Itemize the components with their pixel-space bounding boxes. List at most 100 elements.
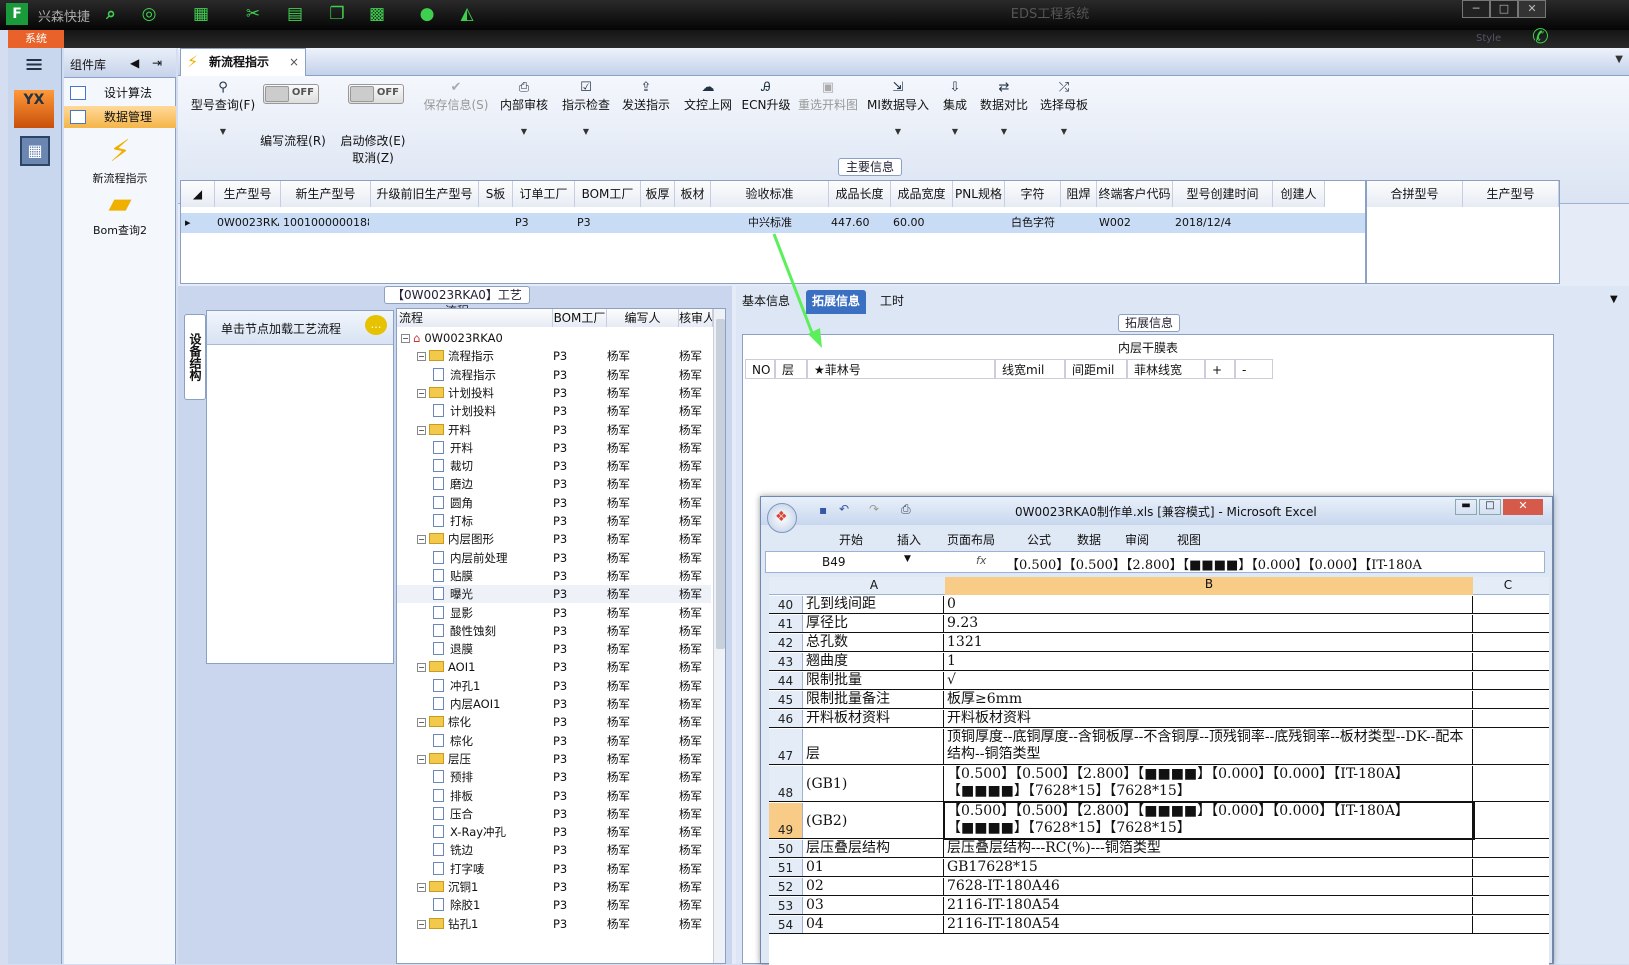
row-number[interactable]: 49 [769,803,803,838]
cell-b[interactable]: 7628-IT-180A46 [945,878,1473,895]
cell-a[interactable]: 限制批量 [804,672,944,689]
ribbon-tab[interactable]: 插入 [897,531,921,548]
row-number[interactable]: 52 [769,878,803,895]
col-header[interactable]: 生产型号 [215,181,281,207]
tree-row[interactable]: 计划投料 P3 杨军 杨军 [397,402,711,420]
instruction-check-button[interactable]: ☑ 指示检查 ▼ [558,80,614,136]
cell[interactable]: 白色字符 [1007,213,1059,233]
tree-row[interactable]: − 内层图形 P3 杨军 杨军 [397,530,711,548]
lifebuoy-icon[interactable]: ◎ [138,3,160,25]
col-header[interactable]: 新生产型号 [281,181,371,207]
tree-row[interactable]: 压合 P3 杨军 杨军 [397,805,711,823]
col-header[interactable]: 线宽mil [995,359,1065,379]
film-icon[interactable]: ▤ [284,3,306,25]
minimize-button[interactable]: ─ [1462,0,1490,18]
col-header[interactable]: 板厚 [641,181,675,207]
col-header[interactable]: 菲林线宽 [1127,359,1205,379]
cell[interactable]: 60.00 [893,213,951,233]
row-number[interactable]: 51 [769,859,803,876]
table-icon[interactable]: ▦ [190,3,212,25]
cell-b[interactable]: 1321 [945,634,1473,651]
col-header[interactable]: 字符 [1005,181,1061,207]
expander-icon[interactable]: − [417,352,426,362]
arrow-left-icon[interactable]: ◀ [130,56,139,70]
expander-icon[interactable]: − [417,388,426,398]
chevron-down-icon[interactable]: ▼ [904,554,911,564]
hint-text[interactable]: 单击节点加载工艺流程 [221,320,341,337]
tree-row[interactable]: − AOI1 P3 杨军 杨军 [397,658,711,676]
col-merge-model[interactable]: 合拼型号 [1367,181,1463,207]
row-number[interactable]: 53 [769,897,803,914]
minimize-button[interactable]: ▬ [1455,499,1477,515]
name-box[interactable]: B49 [770,555,910,569]
col-a-header[interactable]: A [804,578,944,592]
sheet-row[interactable]: 43 翘曲度 1 [769,653,1549,671]
cell-a[interactable]: 01 [804,859,944,876]
cell[interactable]: 10010000001884 [283,213,369,233]
cell-a[interactable]: 限制批量备注 [804,691,944,708]
chevron-down-icon[interactable]: ▼ [1615,54,1623,65]
tree-row[interactable]: 除胶1 P3 杨军 杨军 [397,896,711,914]
save-icon[interactable]: ▪ [819,503,827,517]
scrollbar[interactable] [713,309,725,963]
tree-row[interactable]: 退膜 P3 杨军 杨军 [397,640,711,658]
col-header[interactable]: 成品长度 [829,181,891,207]
chevron-down-icon[interactable]: ▼ [1036,127,1092,136]
scissors-icon[interactable]: ✂ [242,3,264,25]
tree-row[interactable]: 曝光 P3 杨军 杨军 [397,585,711,604]
cell-b[interactable]: 1 [945,653,1473,670]
cell-b[interactable]: 2116-IT-180A54 [945,897,1473,914]
fx-icon[interactable]: fx [976,554,986,567]
expander-icon[interactable]: − [417,663,426,673]
cell-b[interactable]: 0 [945,596,1473,613]
col-reviewer[interactable]: 核审人 [679,309,713,327]
tree-row[interactable]: − 流程指示 P3 杨军 杨军 [397,347,711,365]
row-number[interactable]: 42 [769,634,803,651]
tree-row[interactable]: 显影 P3 杨军 杨军 [397,604,711,622]
mi-import-button[interactable]: ⇲ MI数据导入 ▼ [866,80,930,136]
doc-online-button[interactable]: ☁ 文控上网 [680,80,736,113]
cell[interactable] [643,213,673,233]
cell-b[interactable]: 【0.500】【0.500】【2.800】【■■■■】【0.000】【0.000… [943,801,1475,840]
office-button[interactable]: ❖ [767,503,797,533]
tree-row[interactable]: 内层AOI1 P3 杨军 杨军 [397,695,711,713]
cell-a[interactable]: 层压叠层结构 [804,840,944,857]
sheet-row[interactable]: 46 开料板材资料 开料板材资料 [769,710,1549,728]
row-number[interactable]: 40 [769,596,803,613]
phone-icon[interactable]: ✆ [1532,24,1549,48]
chart-icon[interactable]: ◭ [456,3,478,25]
edit-process-toggle[interactable]: OFF [263,84,319,104]
cell[interactable]: W002 [1099,213,1171,233]
tree-row[interactable]: 打字唛 P3 杨军 杨军 [397,860,711,878]
cell-a[interactable]: 04 [804,916,944,933]
sheet-row[interactable]: 44 限制批量 √ [769,672,1549,690]
expander-icon[interactable]: − [417,718,426,728]
style-label[interactable]: Style [1476,33,1501,44]
cell-a[interactable]: 层 [804,729,944,764]
col-c-header[interactable]: C [1473,578,1543,592]
col-b-header[interactable]: B [945,577,1473,595]
tree-row[interactable]: 冲孔1 P3 杨军 杨军 [397,677,711,695]
cell-b[interactable]: GB17628*15 [945,859,1473,876]
close-button[interactable]: ✕ [1503,499,1543,515]
tree-row[interactable]: − 沉铜1 P3 杨军 杨军 [397,878,711,896]
cell-a[interactable]: 厚径比 [804,615,944,632]
redo-icon[interactable]: ↷ [869,502,879,516]
cell-a[interactable]: (GB2) [804,803,944,838]
row-number[interactable]: 50 [769,840,803,857]
tree-row[interactable]: 内层前处理 P3 杨军 杨军 [397,549,711,567]
cell-b[interactable]: 9.23 [945,615,1473,632]
expander-icon[interactable]: − [417,754,426,764]
ribbon-tab[interactable]: 开始 [839,531,863,548]
tree-row[interactable]: 预排 P3 杨军 杨军 [397,768,711,786]
row-number[interactable]: 43 [769,653,803,670]
new-process-item[interactable]: ⚡ 新流程指示 [64,134,176,186]
dock-icon[interactable]: ⇥ [152,56,162,70]
cell-b[interactable]: 2116-IT-180A54 [945,916,1473,933]
tree-row[interactable]: 磨边 P3 杨军 杨军 [397,475,711,493]
cell[interactable] [677,213,709,233]
col-header[interactable]: S板 [479,181,513,207]
cell-a[interactable]: 孔到线间距 [804,596,944,613]
expander-icon[interactable]: − [417,425,426,435]
tree-row[interactable]: 圆角 P3 杨军 杨军 [397,494,711,512]
